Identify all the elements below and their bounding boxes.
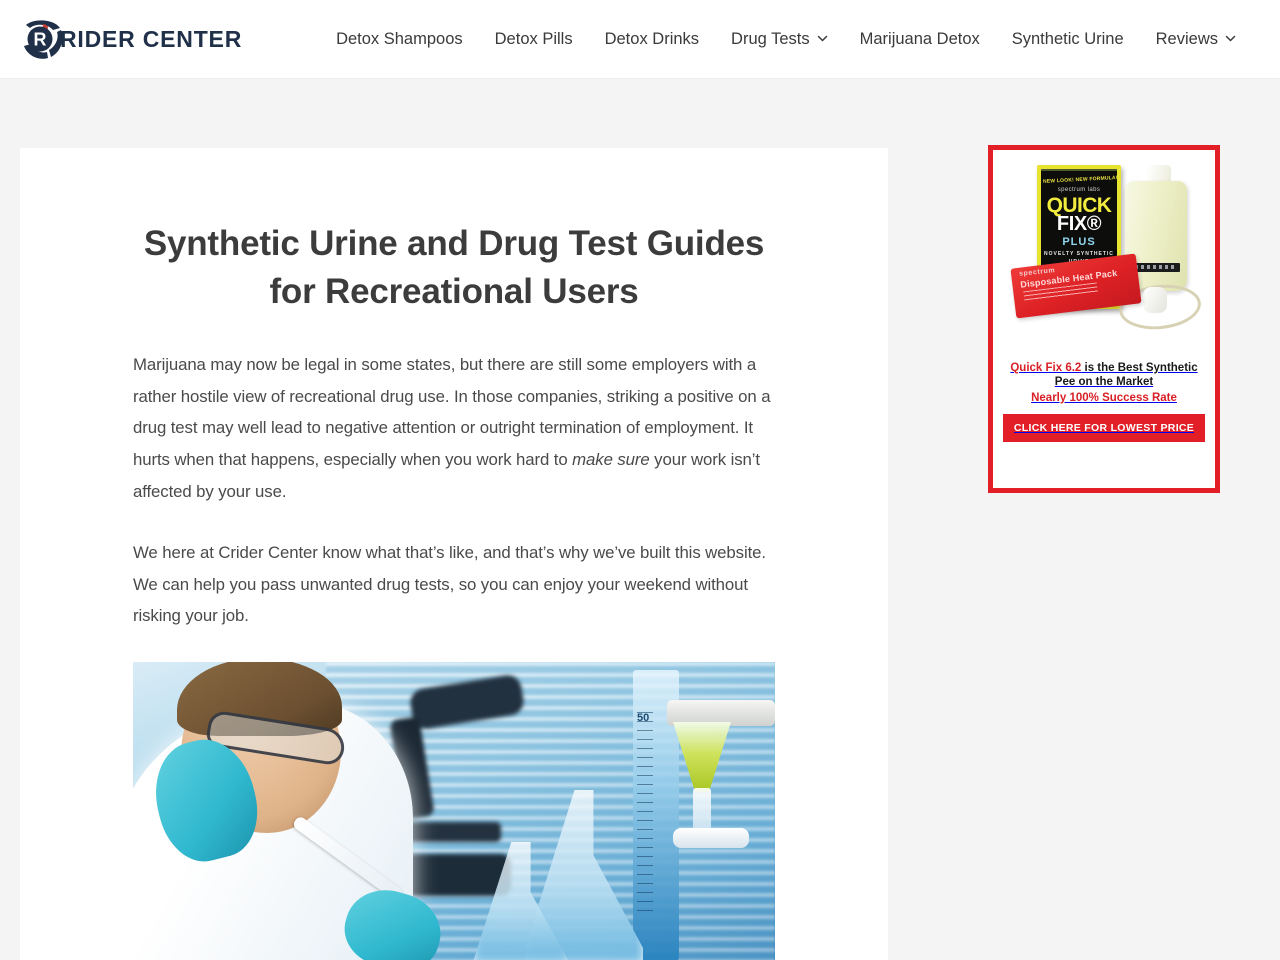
nav-item-drug-tests[interactable]: Drug Tests [715,30,844,49]
article-card: Synthetic Urine and Drug Test Guides for… [20,148,888,960]
product-name-line2: FIX® [1056,213,1102,236]
nav-label: Synthetic Urine [1011,30,1124,48]
svg-text:R: R [34,30,47,50]
nav-item-detox-drinks[interactable]: Detox Drinks [589,30,715,49]
stopcock [673,827,749,848]
nav-label: Drug Tests [731,30,810,48]
cylinder-graduations [637,711,653,912]
temperature-strip [1132,263,1180,272]
nav-item-reviews[interactable]: Reviews [1140,30,1252,49]
content-layout: Synthetic Urine and Drug Test Guides for… [0,79,1280,960]
article-body: Marijuana may now be legal in some state… [133,349,775,960]
cylinder-mark-label: 50 [637,711,650,724]
chevron-down-icon[interactable] [817,33,828,44]
nav-item-synthetic-urine[interactable]: Synthetic Urine [996,30,1140,49]
nav-item-detox-pills[interactable]: Detox Pills [479,30,589,49]
site-logo-link[interactable]: R RIDER CENTER [20,14,242,64]
chevron-down-icon[interactable] [1225,33,1236,44]
site-logo-text: RIDER CENTER [60,25,243,52]
nav-label: Detox Drinks [604,30,700,48]
nav-label: Detox Shampoos [336,30,463,48]
brand-name: spectrum labs [1057,187,1101,193]
nav-label: Reviews [1155,30,1218,48]
scientist-in-laboratory-photo: 50 [133,661,775,960]
ad-headline: Quick Fix 6.2 is the Best Synthetic Pee … [1001,361,1207,389]
page-title: Synthetic Urine and Drug Test Guides for… [143,224,765,311]
ad-product-image: NEW LOOK! NEW FORMULA! spectrum labs QUI… [1001,157,1207,355]
band-clip [1143,287,1167,313]
paragraph-2: We here at Crider Center know what that’… [133,543,766,626]
ad-cta-button[interactable]: CLICK HERE FOR LOWEST PRICE [1003,414,1205,443]
site-header: R RIDER CENTER Detox Shampoos Detox Pill… [0,0,1280,79]
ad-copy: Quick Fix 6.2 is the Best Synthetic Pee … [1001,361,1207,405]
nav-item-marijuana-detox[interactable]: Marijuana Detox [844,30,996,49]
page-wrap: Synthetic Urine and Drug Test Guides for… [0,79,1280,960]
nav-label: Marijuana Detox [859,30,980,48]
paragraph-1-emphasis: make sure [572,449,650,469]
swirl-r-logo-icon: R [20,16,66,62]
box-top-strip [1041,169,1117,171]
sidebar: NEW LOOK! NEW FORMULA! spectrum labs QUI… [988,145,1220,493]
paragraph-1: Marijuana may now be legal in some state… [133,349,775,507]
product-variant: PLUS [1062,236,1096,249]
ad-subheadline: Nearly 100% Success Rate [1031,392,1177,405]
nav-item-detox-shampoos[interactable]: Detox Shampoos [320,30,479,49]
quick-fix-ad-banner[interactable]: NEW LOOK! NEW FORMULA! spectrum labs QUI… [988,145,1220,493]
new-look-badge: NEW LOOK! NEW FORMULA! [1042,174,1118,185]
ad-headline-highlight: Quick Fix 6.2 [1010,362,1082,374]
main-navigation: Detox Shampoos Detox Pills Detox Drinks … [320,0,1252,79]
nav-label: Detox Pills [494,30,573,48]
